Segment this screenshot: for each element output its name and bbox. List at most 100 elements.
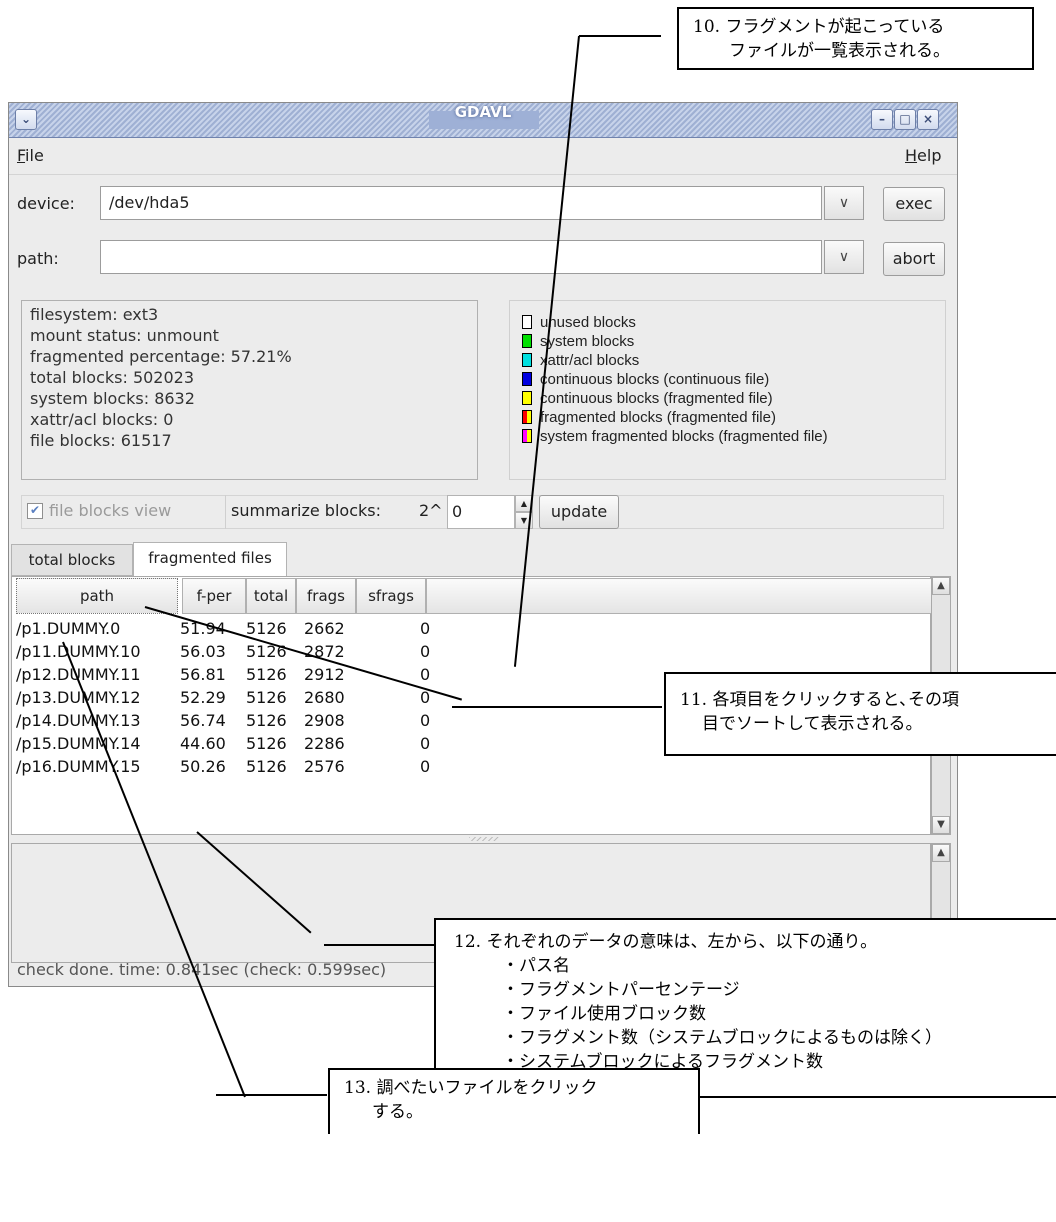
file-blocks-view-label[interactable]: file blocks view (49, 501, 171, 520)
table-row[interactable]: /p15.DUMMY.14 44.60 5126 2286 0 (16, 732, 476, 755)
info-line: system blocks: 8632 (30, 389, 195, 408)
callout-11: 11. 各項目をクリックすると､その項 目でソートして表示される。 (664, 672, 1056, 756)
continuous-swatch (522, 372, 532, 386)
close-icon[interactable]: × (917, 109, 939, 130)
legend-label: continuous blocks (fragmented file) (540, 390, 773, 407)
cell-path: /p1.DUMMY.0 (16, 619, 121, 638)
summarize-spin-input[interactable]: 0 (447, 495, 515, 529)
cell-path: /p15.DUMMY.14 (16, 734, 141, 753)
column-header-total[interactable]: total (246, 578, 296, 614)
callout-text: ・フラグメント数（システムブロックによるものは除く） (502, 1028, 942, 1048)
cell-total: 5126 (246, 734, 287, 753)
fragmented-swatch (522, 410, 532, 424)
continuous-frag-swatch (522, 391, 532, 405)
callout-10: 10. フラグメントが起こっている ファイルが一覧表示される。 (677, 7, 1034, 70)
cell-path: /p14.DUMMY.13 (16, 711, 141, 730)
legend-label: unused blocks (540, 314, 636, 331)
cell-f-per: 56.03 (180, 642, 226, 661)
info-line: fragmented percentage: 57.21% (30, 347, 292, 366)
cell-total: 5126 (246, 757, 287, 776)
callout-text: ・パス名 (502, 956, 570, 976)
abort-button[interactable]: abort (883, 242, 945, 276)
xattr-swatch (522, 353, 532, 367)
filesystem-info-panel: filesystem: ext3 mount status: unmount f… (21, 300, 478, 480)
block-legend: unused blocks system blocks xattr/acl bl… (509, 300, 946, 480)
callout-line (216, 1094, 327, 1096)
maximize-icon[interactable]: □ (894, 109, 916, 130)
legend-label: system blocks (540, 333, 635, 350)
column-header-f-per[interactable]: f-per (182, 578, 246, 614)
exec-button[interactable]: exec (883, 187, 945, 221)
cell-frags: 2662 (304, 619, 345, 638)
window-title: GDAVL (454, 103, 512, 121)
callout-text: 10. フラグメントが起こっている (693, 17, 945, 37)
callout-text: ファイルが一覧表示される。 (729, 41, 950, 61)
pane-splitter-handle[interactable] (469, 837, 499, 841)
tab-total-blocks[interactable]: total blocks (11, 544, 133, 576)
callout-line (579, 35, 661, 37)
path-dropdown-icon[interactable]: ∨ (824, 240, 864, 274)
cell-frags: 2908 (304, 711, 345, 730)
table-row[interactable]: /p14.DUMMY.13 56.74 5126 2908 0 (16, 709, 476, 732)
callout-text: 12. それぞれのデータの意味は、左から、以下の通り。 (454, 932, 878, 952)
legend-item: unused blocks (522, 313, 828, 332)
separator (225, 495, 226, 529)
device-dropdown-icon[interactable]: ∨ (824, 186, 864, 220)
column-header-frags[interactable]: frags (296, 578, 356, 614)
cell-f-per: 50.26 (180, 757, 226, 776)
callout-text: 11. 各項目をクリックすると､その項 (680, 690, 959, 710)
cell-f-per: 56.81 (180, 665, 226, 684)
scroll-up-icon[interactable]: ▲ (932, 577, 950, 595)
cell-total: 5126 (246, 665, 287, 684)
cell-sfrags: 0 (420, 665, 431, 684)
path-input[interactable] (100, 240, 822, 274)
cell-frags: 2576 (304, 757, 345, 776)
cell-path: /p16.DUMMY.15 (16, 757, 141, 776)
legend-item: system blocks (522, 332, 828, 351)
legend-label: fragmented blocks (fragmented file) (540, 409, 776, 426)
checkbox-icon[interactable]: ✔ (27, 503, 43, 519)
cell-path: /p13.DUMMY.12 (16, 688, 141, 707)
legend-label: continuous blocks (continuous file) (540, 371, 770, 388)
legend-item: fragmented blocks (fragmented file) (522, 408, 828, 427)
update-button[interactable]: update (539, 495, 619, 529)
table-row[interactable]: /p11.DUMMY.10 56.03 5126 2872 0 (16, 640, 476, 663)
legend-item: continuous blocks (continuous file) (522, 370, 828, 389)
system-fragmented-swatch (522, 429, 532, 443)
path-label: path: (17, 249, 59, 268)
callout-13: 13. 調べたいファイルをクリック する。 (328, 1068, 700, 1134)
legend-item: xattr/acl blocks (522, 351, 828, 370)
window-menu-icon[interactable]: ⌄ (15, 109, 37, 130)
cell-total: 5126 (246, 711, 287, 730)
table-row[interactable]: /p16.DUMMY.15 50.26 5126 2576 0 (16, 755, 476, 778)
minimize-icon[interactable]: – (871, 109, 893, 130)
tab-fragmented-files[interactable]: fragmented files (133, 542, 287, 576)
cell-sfrags: 0 (420, 734, 431, 753)
column-header-sfrags[interactable]: sfrags (356, 578, 426, 614)
unused-swatch (522, 315, 532, 329)
info-line: xattr/acl blocks: 0 (30, 410, 174, 429)
scroll-up-icon[interactable]: ▲ (932, 844, 950, 862)
cell-sfrags: 0 (420, 642, 431, 661)
cell-f-per: 56.74 (180, 711, 226, 730)
device-input[interactable]: /dev/hda5 (100, 186, 822, 220)
info-line: filesystem: ext3 (30, 305, 159, 324)
callout-text: 13. 調べたいファイルをクリック (344, 1078, 598, 1098)
device-label: device: (17, 194, 75, 213)
menu-file[interactable]: File (17, 146, 44, 165)
cell-f-per: 44.60 (180, 734, 226, 753)
cell-sfrags: 0 (420, 619, 431, 638)
cell-path: /p11.DUMMY.10 (16, 642, 141, 661)
column-header-filler (426, 578, 932, 614)
cell-frags: 2286 (304, 734, 345, 753)
cell-sfrags: 0 (420, 757, 431, 776)
legend-label: system fragmented blocks (fragmented fil… (540, 428, 828, 445)
menu-bar: File Help (9, 138, 957, 175)
summarize-prefix: 2^ (419, 501, 443, 520)
callout-text: する。 (372, 1102, 423, 1122)
cell-frags: 2912 (304, 665, 345, 684)
cell-total: 5126 (246, 688, 287, 707)
callout-line (324, 944, 434, 946)
menu-help[interactable]: Help (905, 146, 941, 165)
scroll-down-icon[interactable]: ▼ (932, 816, 950, 834)
